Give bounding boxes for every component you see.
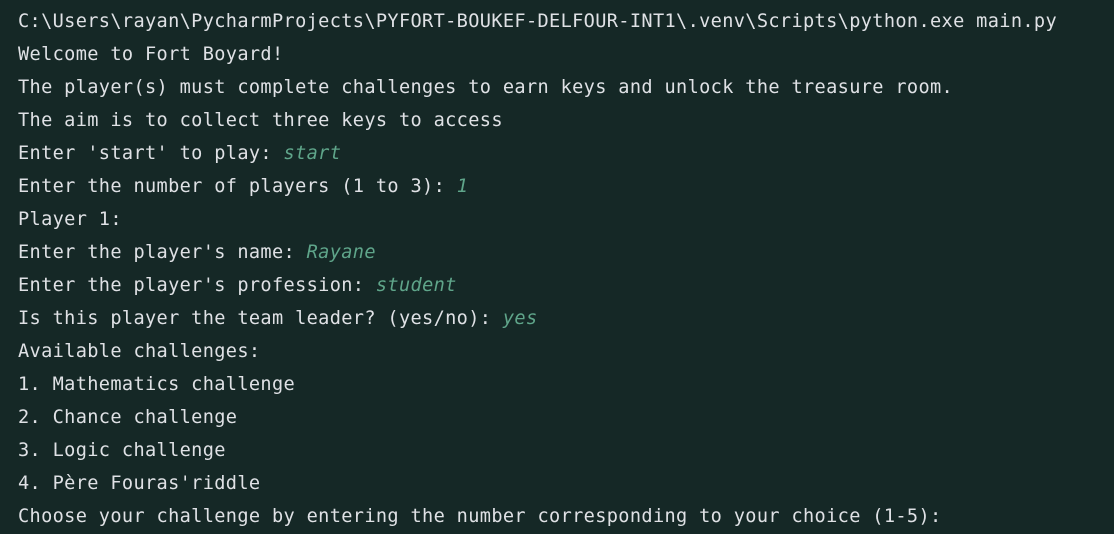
- challenge-item-mathematics: 1. Mathematics challenge: [18, 374, 296, 395]
- leader-prompt-line: Is this player the team leader? (yes/no)…: [18, 302, 1114, 335]
- choice-prompt[interactable]: Choose your challenge by entering the nu…: [18, 500, 1114, 533]
- start-prompt-line: Enter 'start' to play: start: [18, 137, 1114, 170]
- name-input: Rayane: [306, 242, 376, 263]
- run-console-output[interactable]: C:\Users\rayan\PycharmProjects\PYFORT-BO…: [0, 0, 1114, 534]
- player-header: Player 1:: [18, 209, 122, 230]
- profession-prompt: Enter the player's profession:: [18, 275, 376, 296]
- challenge-item-chance: 2. Chance challenge: [18, 407, 238, 428]
- profession-input: student: [375, 275, 457, 296]
- profession-prompt-line: Enter the player's profession: student: [18, 269, 1114, 302]
- name-prompt-line: Enter the player's name: Rayane: [18, 236, 1114, 269]
- start-input: start: [283, 143, 342, 164]
- leader-prompt: Is this player the team leader? (yes/no)…: [18, 308, 503, 329]
- intro-line-2: The aim is to collect three keys to acce…: [18, 110, 503, 131]
- challenge-item-logic: 3. Logic challenge: [18, 440, 226, 461]
- start-prompt: Enter 'start' to play:: [18, 143, 284, 164]
- players-prompt-line: Enter the number of players (1 to 3): 1: [18, 170, 1114, 203]
- intro-line-1: The player(s) must complete challenges t…: [18, 77, 954, 98]
- leader-input: yes: [502, 308, 538, 329]
- players-input: 1: [456, 176, 469, 197]
- players-prompt: Enter the number of players (1 to 3):: [18, 176, 457, 197]
- welcome-message: Welcome to Fort Boyard!: [18, 44, 284, 65]
- challenges-header: Available challenges:: [18, 341, 261, 362]
- name-prompt: Enter the player's name:: [18, 242, 307, 263]
- command-line: C:\Users\rayan\PycharmProjects\PYFORT-BO…: [18, 11, 1057, 32]
- challenge-item-riddle: 4. Père Fouras'riddle: [18, 473, 261, 494]
